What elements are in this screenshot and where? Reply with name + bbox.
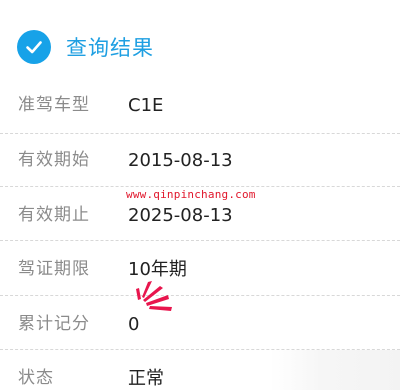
site-watermark: www.qinpinchang.com xyxy=(126,188,256,201)
row-label: 状态 xyxy=(18,368,54,388)
row-label: 累计记分 xyxy=(18,314,90,334)
row-valid-from: 有效期始 2015-08-13 xyxy=(0,133,400,188)
result-header: 查询结果 xyxy=(0,0,400,76)
row-status: 状态 正常 xyxy=(0,351,400,390)
row-divider xyxy=(0,186,400,187)
row-value: C1E xyxy=(128,95,164,116)
row-label: 有效期止 xyxy=(18,205,90,225)
row-divider xyxy=(0,295,400,296)
row-value: 正常 xyxy=(128,368,164,389)
row-license-term: 驾证期限 10年期 xyxy=(0,242,400,297)
row-value: 2015-08-13 xyxy=(128,150,233,171)
row-label: 准驾车型 xyxy=(18,95,90,115)
query-result-page: 查询结果 准驾车型 C1E 有效期始 2015-08-13 有效期止 2025-… xyxy=(0,0,400,390)
emphasis-burst-icon xyxy=(136,281,172,311)
page-title: 查询结果 xyxy=(66,36,154,60)
row-accumulated-points: 累计记分 0 xyxy=(0,297,400,352)
row-divider xyxy=(0,240,400,241)
row-vehicle-class: 准驾车型 C1E xyxy=(0,78,400,133)
check-circle-icon xyxy=(17,30,51,64)
row-label: 驾证期限 xyxy=(18,259,90,279)
row-label: 有效期始 xyxy=(18,150,90,170)
checkmark-glyph xyxy=(26,41,42,54)
